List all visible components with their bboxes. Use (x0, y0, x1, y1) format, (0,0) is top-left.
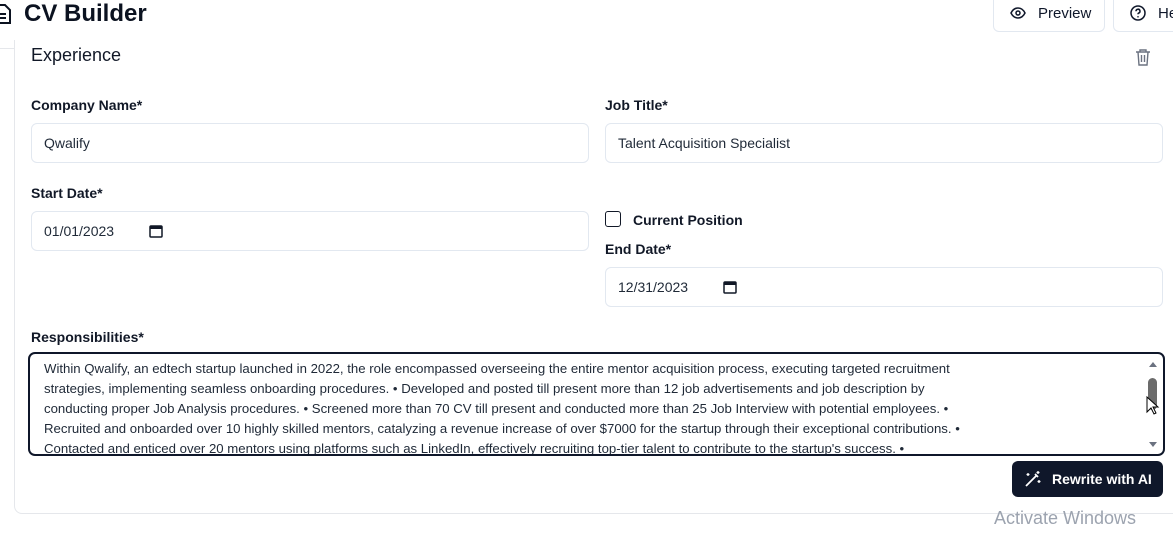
responsibilities-label: Responsibilities* (31, 329, 144, 345)
job-title-input[interactable]: Talent Acquisition Specialist (605, 123, 1163, 163)
start-date-value: 01/01/2023 (44, 223, 115, 239)
help-label: He (1158, 4, 1173, 22)
help-circle-icon (1130, 5, 1146, 21)
rewrite-with-ai-button[interactable]: Rewrite with AI (1012, 461, 1163, 497)
start-date-input[interactable]: 01/01/2023 (31, 211, 589, 251)
scroll-down-arrow[interactable] (1149, 442, 1157, 447)
current-position-checkbox[interactable] (605, 211, 621, 227)
company-name-label: Company Name* (31, 97, 143, 113)
end-date-value: 12/31/2023 (618, 279, 689, 295)
calendar-icon[interactable] (149, 224, 163, 238)
company-name-value: Qwalify (44, 135, 90, 151)
rewrite-label: Rewrite with AI (1052, 471, 1152, 487)
document-icon (0, 4, 11, 24)
responsibilities-text: Within Qwalify, an edtech startup launch… (44, 361, 960, 456)
mouse-pointer-icon (1146, 396, 1160, 415)
calendar-icon[interactable] (723, 280, 737, 294)
current-position-label: Current Position (633, 212, 743, 228)
preview-label: Preview (1038, 4, 1092, 22)
help-button[interactable]: He (1113, 0, 1173, 32)
activate-windows-watermark: Activate Windows (994, 508, 1137, 528)
magic-wand-icon (1025, 471, 1041, 487)
end-date-label: End Date* (605, 241, 672, 257)
section-title: Experience (31, 45, 122, 65)
trash-icon[interactable] (1135, 48, 1151, 66)
job-title-value: Talent Acquisition Specialist (618, 135, 790, 151)
preview-button[interactable]: Preview (993, 0, 1105, 32)
scroll-up-arrow[interactable] (1149, 362, 1157, 367)
company-name-input[interactable]: Qwalify (31, 123, 589, 163)
responsibilities-textarea[interactable]: Within Qwalify, an edtech startup launch… (28, 352, 1165, 456)
start-date-label: Start Date* (31, 185, 103, 201)
end-date-input[interactable]: 12/31/2023 (605, 267, 1163, 307)
app-title: CV Builder (24, 0, 147, 27)
job-title-label: Job Title* (605, 97, 668, 113)
eye-icon (1010, 7, 1026, 19)
